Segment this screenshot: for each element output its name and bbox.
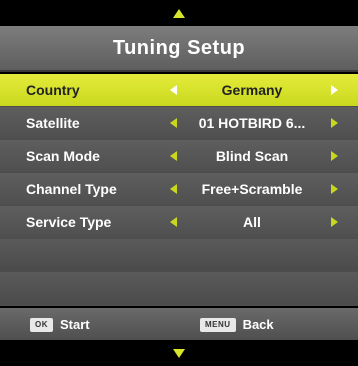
setting-row-satellite[interactable]: Satellite 01 HOTBIRD 6... (0, 107, 358, 139)
setting-label: Channel Type (26, 181, 117, 197)
arrow-left-icon[interactable] (170, 151, 177, 161)
scroll-down-indicator[interactable] (0, 340, 358, 366)
menu-key-icon: MENU (200, 317, 236, 332)
tuning-setup-menu: Tuning Setup Country Germany Satellite 0… (0, 0, 358, 366)
empty-row (0, 272, 358, 304)
triangle-up-icon (173, 8, 185, 18)
scroll-up-indicator[interactable] (0, 0, 358, 26)
setting-row-service-type[interactable]: Service Type All (0, 206, 358, 238)
setting-value: All (243, 214, 261, 230)
triangle-down-icon (173, 348, 185, 358)
setting-label: Country (26, 82, 80, 98)
arrow-right-icon[interactable] (331, 151, 338, 161)
arrow-left-icon[interactable] (170, 85, 177, 95)
setting-row-scan-mode[interactable]: Scan Mode Blind Scan (0, 140, 358, 172)
arrow-right-icon[interactable] (331, 118, 338, 128)
arrow-right-icon[interactable] (331, 217, 338, 227)
back-label: Back (242, 317, 274, 332)
arrow-right-icon[interactable] (331, 85, 338, 95)
menu-title: Tuning Setup (0, 26, 358, 72)
setting-value: Germany (221, 82, 283, 98)
setting-label: Satellite (26, 115, 80, 131)
start-label: Start (60, 317, 90, 332)
footer-hint-bar: OK Start MENU Back (0, 308, 358, 340)
settings-list: Country Germany Satellite 01 HOTBIRD 6..… (0, 74, 358, 306)
start-hint[interactable]: OK Start (30, 317, 90, 332)
setting-row-channel-type[interactable]: Channel Type Free+Scramble (0, 173, 358, 205)
empty-row (0, 239, 358, 271)
ok-key-icon: OK (30, 317, 53, 332)
arrow-left-icon[interactable] (170, 217, 177, 227)
arrow-left-icon[interactable] (170, 118, 177, 128)
setting-value: Blind Scan (215, 148, 289, 164)
arrow-right-icon[interactable] (331, 184, 338, 194)
arrow-left-icon[interactable] (170, 184, 177, 194)
setting-label: Service Type (26, 214, 112, 230)
setting-row-country[interactable]: Country Germany (0, 74, 358, 106)
setting-value: 01 HOTBIRD 6... (198, 115, 306, 131)
back-hint[interactable]: MENU Back (200, 317, 274, 332)
setting-value: Free+Scramble (201, 181, 303, 197)
setting-label: Scan Mode (26, 148, 100, 164)
